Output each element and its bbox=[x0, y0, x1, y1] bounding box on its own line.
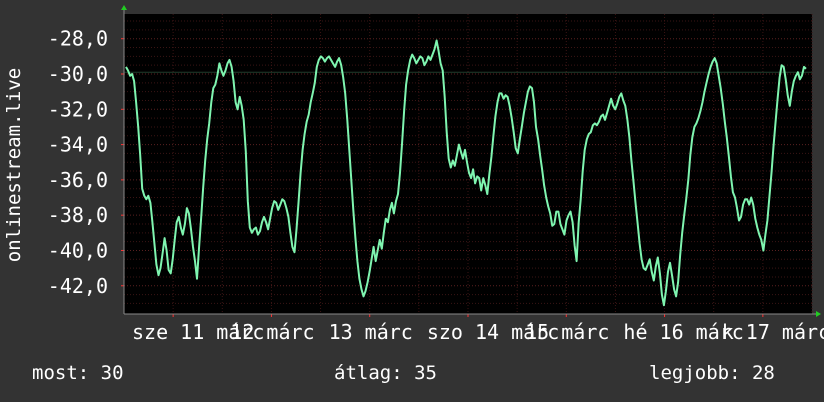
stat-average: átlag: 35 bbox=[334, 362, 437, 384]
stat-best: legjobb: 28 bbox=[649, 362, 775, 384]
y-tick-label: -30,0 bbox=[48, 62, 108, 86]
x-tick-label: 12 márc bbox=[230, 320, 314, 344]
y-tick-label: -38,0 bbox=[48, 203, 108, 227]
y-tick-label: -42,0 bbox=[48, 274, 108, 298]
x-tick-label: 13 márc bbox=[329, 320, 413, 344]
stat-current: most: 30 bbox=[32, 362, 124, 384]
chart-svg: -28,0 -30,0 -32,0 -34,0 -36,0 -38,0 -40,0 -42,0… bbox=[48, 5, 824, 344]
x-axis-arrow bbox=[816, 311, 821, 317]
y-tick-label: -36,0 bbox=[48, 168, 108, 192]
y-tick-label: -32,0 bbox=[48, 97, 108, 121]
y-tick-label: -34,0 bbox=[48, 133, 108, 157]
y-axis-arrow bbox=[121, 5, 127, 10]
y-tick-label: -28,0 bbox=[48, 27, 108, 51]
chart: -28,0 -30,0 -32,0 -34,0 -36,0 -38,0 -40,0 -42,0… bbox=[0, 0, 824, 352]
y-axis-label: onlinestream.live bbox=[3, 67, 25, 263]
x-tick-label: 15 márc bbox=[525, 320, 609, 344]
x-tick-label: k 17 márc bbox=[722, 320, 824, 344]
y-tick-label: -40,0 bbox=[48, 238, 108, 262]
